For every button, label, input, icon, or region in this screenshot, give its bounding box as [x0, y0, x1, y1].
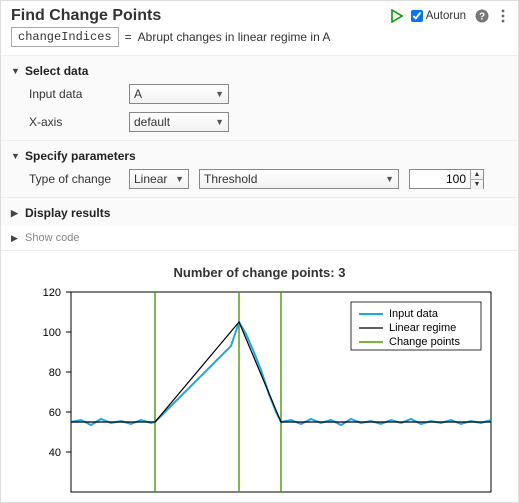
step-down-icon[interactable]: ▼ — [471, 180, 483, 189]
threshold-mode-value: Threshold — [204, 172, 257, 186]
legend-item: Change points — [389, 336, 460, 348]
section-show-code-label: Show code — [25, 232, 79, 244]
y-tick: 80 — [49, 367, 71, 379]
type-of-change-value: Linear — [134, 172, 167, 186]
chevron-down-icon: ▼ — [385, 174, 394, 184]
chevron-down-icon: ▼ — [11, 151, 21, 161]
chevron-right-icon: ▶ — [11, 208, 21, 219]
run-icon[interactable] — [391, 9, 403, 23]
chart: 120 100 80 60 40 Input data — [11, 282, 506, 502]
legend-item: Input data — [389, 308, 439, 320]
section-select-data-label: Select data — [25, 64, 88, 78]
page-title: Find Change Points — [11, 7, 391, 25]
svg-text:60: 60 — [49, 407, 61, 419]
input-data-select[interactable]: A ▼ — [129, 84, 229, 104]
x-axis-label: X-axis — [29, 115, 119, 129]
section-specify-parameters-label: Specify parameters — [25, 149, 136, 163]
svg-text:?: ? — [479, 12, 485, 23]
y-tick: 40 — [49, 447, 71, 459]
y-tick: 60 — [49, 407, 71, 419]
svg-text:40: 40 — [49, 447, 61, 459]
svg-text:120: 120 — [43, 287, 61, 299]
equals-sign: = — [125, 30, 132, 44]
task-description: Abrupt changes in linear regime in A — [138, 30, 331, 44]
svg-text:100: 100 — [43, 327, 61, 339]
section-select-data[interactable]: ▼ Select data — [11, 62, 508, 80]
chevron-down-icon: ▼ — [215, 89, 224, 99]
legend: Input data Linear regime Change points — [351, 302, 481, 350]
autorun-label: Autorun — [426, 10, 466, 22]
chevron-down-icon: ▼ — [215, 117, 224, 127]
y-tick: 100 — [43, 327, 71, 339]
input-data-label: Input data — [29, 87, 119, 101]
chevron-right-icon: ▶ — [11, 233, 21, 244]
section-show-code[interactable]: ▶ Show code — [1, 226, 518, 250]
more-icon[interactable] — [498, 8, 508, 24]
plot-title: Number of change points: 3 — [11, 261, 508, 282]
svg-text:80: 80 — [49, 367, 61, 379]
x-axis-value: default — [134, 115, 170, 129]
legend-item: Linear regime — [389, 322, 456, 334]
threshold-value-input[interactable] — [410, 170, 470, 188]
chevron-down-icon: ▼ — [11, 66, 21, 76]
x-axis-select[interactable]: default ▼ — [129, 112, 229, 132]
type-of-change-label: Type of change — [29, 172, 119, 186]
threshold-value-stepper[interactable]: ▲ ▼ — [409, 169, 484, 189]
step-up-icon[interactable]: ▲ — [471, 170, 483, 180]
output-variable-field[interactable]: changeIndices — [11, 27, 119, 47]
threshold-mode-select[interactable]: Threshold ▼ — [199, 169, 399, 189]
type-of-change-select[interactable]: Linear ▼ — [129, 169, 189, 189]
chevron-down-icon: ▼ — [175, 174, 184, 184]
section-specify-parameters[interactable]: ▼ Specify parameters — [11, 147, 508, 165]
section-display-results[interactable]: ▶ Display results — [11, 204, 508, 222]
input-data-value: A — [134, 87, 142, 101]
help-icon[interactable]: ? — [474, 8, 490, 24]
section-display-results-label: Display results — [25, 206, 110, 220]
y-tick: 120 — [43, 287, 71, 299]
autorun-checkbox[interactable]: Autorun — [411, 10, 466, 22]
